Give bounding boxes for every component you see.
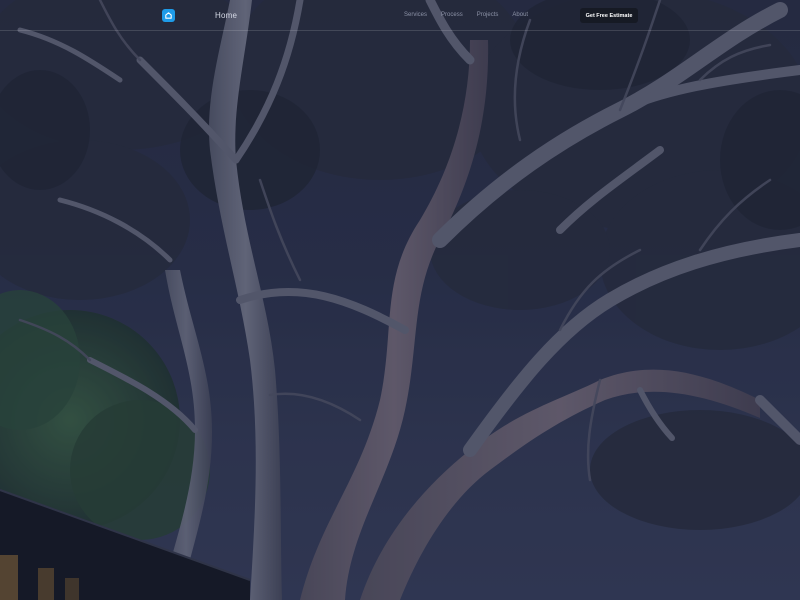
nav-link-process[interactable]: Process [441, 12, 463, 18]
nav-link-services[interactable]: Services [404, 12, 427, 18]
nav-link-home[interactable]: Home [215, 11, 237, 20]
get-free-estimate-button[interactable]: Get Free Estimate [580, 8, 638, 23]
nav-links: Services Process Projects About [404, 12, 528, 18]
page: Home Services Process Projects About Get… [0, 0, 800, 600]
brand-logo[interactable] [162, 9, 175, 22]
hero-background-image [0, 0, 800, 600]
nav-link-about[interactable]: About [512, 12, 528, 18]
top-navbar: Home Services Process Projects About Get… [0, 0, 800, 31]
house-icon [165, 12, 172, 19]
nav-link-projects[interactable]: Projects [477, 12, 499, 18]
